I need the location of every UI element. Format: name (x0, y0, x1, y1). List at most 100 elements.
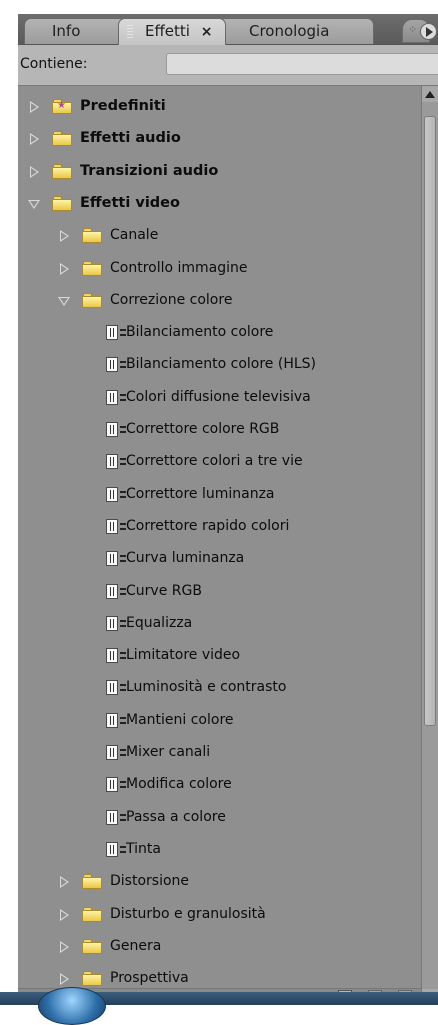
tab-info-label: Info (52, 22, 81, 40)
effect-icon (106, 809, 128, 826)
tab-info[interactable]: Info (24, 18, 126, 44)
effect-item[interactable]: Curve RGB (18, 576, 421, 608)
tree-folder-row[interactable]: Effetti video (18, 188, 421, 220)
folder-icon (52, 195, 72, 211)
folder-icon (82, 938, 102, 954)
search-label: Contiene: (20, 56, 88, 72)
effect-item[interactable]: Correttore luminanza (18, 479, 421, 511)
disclosure-collapsed-icon[interactable] (30, 165, 39, 178)
tree-item-label: Effetti video (80, 194, 180, 211)
tree-item-label: Mixer canali (126, 744, 211, 760)
effect-icon (106, 518, 128, 535)
tree-folder-row[interactable]: Canale (18, 220, 421, 252)
effect-item[interactable]: Mixer canali (18, 737, 421, 769)
tree-item-label: Prospettiva (110, 970, 189, 987)
tree-folder-row[interactable]: Transizioni audio (18, 156, 421, 188)
search-input[interactable] (166, 53, 438, 75)
tree-item-label: Passa a colore (126, 808, 226, 825)
tree-item-label: Distorsione (110, 873, 190, 890)
tree-item-label: Tinta (126, 840, 161, 857)
disclosure-collapsed-icon[interactable] (60, 876, 69, 889)
tree-folder-row[interactable]: Effetti audio (18, 123, 421, 155)
effect-icon (106, 551, 128, 567)
tab-overflow-icon: ⁘ (408, 23, 418, 36)
tree-folder-row[interactable]: Prospettiva (18, 963, 421, 988)
effect-item[interactable]: Bilanciamento colore (18, 317, 421, 349)
tree-item-label: Mantieni colore (126, 711, 234, 728)
tab-cronologia[interactable]: Cronologia (218, 18, 374, 44)
folder-icon (82, 260, 102, 276)
tree-item-label: Disturbo e granulosità (110, 905, 266, 922)
start-button-icon[interactable] (38, 987, 106, 1025)
effect-item[interactable]: Curva luminanza (18, 543, 421, 575)
effect-item[interactable]: Correttore colori a tre vie (18, 446, 421, 478)
disclosure-collapsed-icon[interactable] (30, 101, 39, 113)
tree-item-label: Bilanciamento colore (126, 324, 274, 341)
tree-item-label: Curva luminanza (126, 550, 245, 567)
effect-icon (106, 486, 128, 503)
tree-item-label: Modifica colore (126, 776, 232, 793)
disclosure-expanded-icon[interactable] (58, 296, 70, 306)
effect-icon (106, 422, 128, 438)
folder-icon (82, 906, 102, 922)
effect-item[interactable]: Passa a colore (18, 802, 421, 834)
effect-item[interactable]: Mantieni colore (18, 705, 421, 737)
folder-icon (52, 163, 72, 179)
disclosure-collapsed-icon[interactable] (60, 230, 69, 243)
tree-folder-row[interactable]: Genera (18, 931, 421, 963)
tab-effetti[interactable]: Effetti × (118, 18, 226, 45)
tree-item-label: Correzione colore (110, 291, 233, 308)
panel-menu-tab[interactable]: ⁘ (402, 19, 437, 43)
tree-folder-row[interactable]: Correzione colore (18, 285, 421, 317)
disclosure-collapsed-icon[interactable] (60, 973, 69, 986)
effect-item[interactable]: Bilanciamento colore (HLS) (18, 349, 421, 381)
search-row: Contiene: (18, 45, 438, 86)
tab-effetti-label: Effetti (145, 22, 190, 40)
disclosure-expanded-icon[interactable] (28, 199, 40, 209)
effect-icon (106, 389, 128, 406)
folder-icon (82, 292, 102, 308)
vertical-scrollbar[interactable] (421, 86, 438, 1005)
effect-icon (106, 712, 128, 729)
effect-icon (106, 648, 128, 664)
effect-item[interactable]: Equalizza (18, 608, 421, 640)
tree-folder-row[interactable]: Disturbo e granulosità (18, 899, 421, 931)
tree-folder-row[interactable]: Distorsione (18, 866, 421, 898)
disclosure-collapsed-icon[interactable] (60, 262, 69, 275)
effect-icon (106, 745, 128, 761)
scroll-up-arrow-icon[interactable] (422, 86, 438, 102)
folder-icon (82, 971, 102, 987)
folder-icon (82, 874, 102, 890)
tree-item-label: Canale (110, 227, 159, 244)
tree-item-label: Effetti audio (80, 130, 181, 147)
effect-item[interactable]: Colori diffusione televisiva (18, 382, 421, 414)
tree-item-label: Controllo immagine (110, 259, 248, 276)
effect-icon (106, 454, 128, 470)
tree-item-label: Limitatore video (126, 647, 241, 664)
effect-item[interactable]: Tinta (18, 834, 421, 866)
tab-close-icon[interactable]: × (201, 24, 213, 40)
tree-item-label: Equalizza (126, 614, 193, 631)
scroll-thumb[interactable] (424, 116, 436, 726)
tab-grip-icon[interactable] (127, 25, 133, 38)
panel-tab-bar: Info Effetti × Cronologia ⁘ (18, 14, 438, 45)
panel-menu-play-icon[interactable] (420, 23, 437, 40)
effect-item[interactable]: Luminosità e contrasto (18, 672, 421, 704)
tree-item-label: Luminosità e contrasto (126, 679, 287, 696)
effect-icon (106, 841, 128, 858)
tree-item-label: Colori diffusione televisiva (126, 388, 311, 405)
tree-item-label: Transizioni audio (80, 162, 219, 179)
tree-item-label: Correttore rapido colori (126, 517, 290, 534)
disclosure-collapsed-icon[interactable] (60, 940, 69, 953)
effect-item[interactable]: Correttore rapido colori (18, 511, 421, 543)
tree-folder-row[interactable]: Predefiniti (18, 91, 421, 123)
effect-icon (106, 357, 128, 373)
effect-item[interactable]: Modifica colore (18, 769, 421, 801)
disclosure-collapsed-icon[interactable] (30, 133, 39, 146)
disclosure-collapsed-icon[interactable] (60, 908, 69, 921)
tree-folder-row[interactable]: Controllo immagine (18, 253, 421, 285)
effect-item[interactable]: Correttore colore RGB (18, 414, 421, 446)
effect-icon (106, 325, 128, 341)
effect-item[interactable]: Limitatore video (18, 640, 421, 672)
effects-panel: Info Effetti × Cronologia ⁘ Contiene: Pr… (18, 14, 438, 1005)
